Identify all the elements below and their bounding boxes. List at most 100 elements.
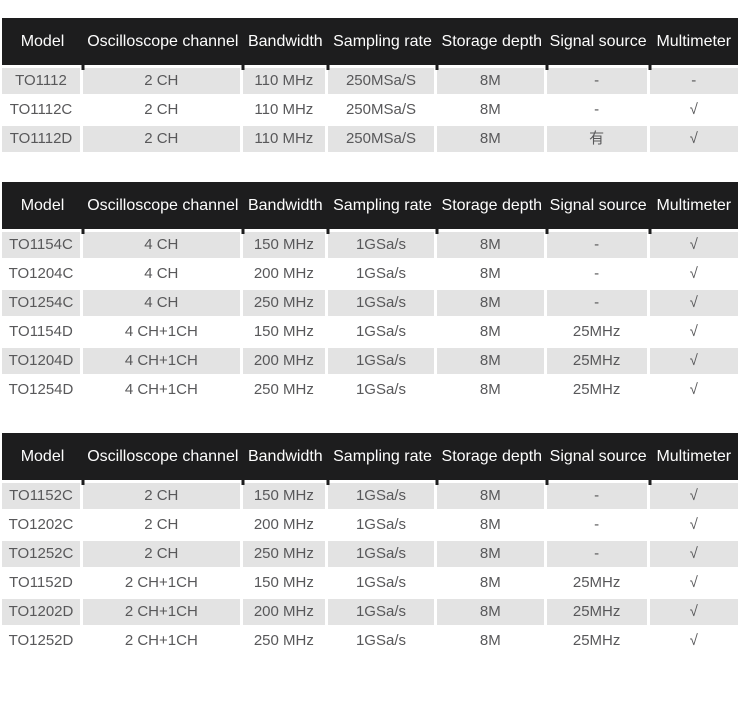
table-row: TO11122 CH110 MHz250MSa/S8M-- xyxy=(2,68,738,94)
column-divider-tick xyxy=(241,229,244,234)
cell-oscilloscope-channel: 2 CH+1CH xyxy=(83,599,243,625)
cell-model: TO1204C xyxy=(2,261,83,287)
cell-storage-depth: 8M xyxy=(437,599,547,625)
cell-sampling-rate: 1GSa/s xyxy=(328,319,437,345)
cell-model: TO1152D xyxy=(2,570,83,596)
column-divider-tick xyxy=(545,65,548,70)
header-cell-oscilloscope-channel: Oscilloscope channel xyxy=(83,33,243,51)
cell-storage-depth: 8M xyxy=(437,377,547,403)
cell-oscilloscope-channel: 2 CH xyxy=(83,126,243,152)
table-body: TO11122 CH110 MHz250MSa/S8M-- TO1112C2 CH… xyxy=(2,68,738,152)
cell-storage-depth: 8M xyxy=(437,541,547,567)
column-divider-tick xyxy=(81,229,84,234)
cell-storage-depth: 8M xyxy=(437,512,547,538)
cell-model: TO1202D xyxy=(2,599,83,625)
cell-signal-source: - xyxy=(547,512,650,538)
cell-oscilloscope-channel: 4 CH+1CH xyxy=(83,348,243,374)
cell-signal-source: 25MHz xyxy=(547,570,650,596)
cell-multimeter: √ xyxy=(650,290,738,316)
cell-signal-source: 25MHz xyxy=(547,348,650,374)
cell-storage-depth: 8M xyxy=(437,290,547,316)
table-row: TO1152C2 CH150 MHz1GSa/s8M-√ xyxy=(2,483,738,509)
cell-bandwidth: 250 MHz xyxy=(243,628,328,654)
cell-sampling-rate: 1GSa/s xyxy=(328,290,437,316)
header-cell-oscilloscope-channel: Oscilloscope channel xyxy=(83,448,243,466)
cell-oscilloscope-channel: 2 CH xyxy=(83,483,243,509)
column-divider-tick xyxy=(327,480,330,485)
cell-bandwidth: 200 MHz xyxy=(243,261,328,287)
cell-multimeter: √ xyxy=(650,377,738,403)
cell-sampling-rate: 1GSa/s xyxy=(328,570,437,596)
cell-oscilloscope-channel: 4 CH+1CH xyxy=(83,319,243,345)
cell-oscilloscope-channel: 2 CH xyxy=(83,68,243,94)
header-cell-storage-depth: Storage depth xyxy=(437,33,547,51)
cell-model: TO1112C xyxy=(2,97,83,123)
cell-oscilloscope-channel: 4 CH xyxy=(83,232,243,258)
cell-model: TO1252C xyxy=(2,541,83,567)
column-divider-tick xyxy=(241,65,244,70)
cell-oscilloscope-channel: 2 CH+1CH xyxy=(83,570,243,596)
column-divider-tick xyxy=(545,229,548,234)
cell-model: TO1202C xyxy=(2,512,83,538)
cell-signal-source: - xyxy=(547,232,650,258)
cell-storage-depth: 8M xyxy=(437,628,547,654)
cell-bandwidth: 250 MHz xyxy=(243,541,328,567)
cell-sampling-rate: 250MSa/S xyxy=(328,97,437,123)
table-row: TO1112D2 CH110 MHz250MSa/S8M有√ xyxy=(2,126,738,152)
cell-bandwidth: 150 MHz xyxy=(243,483,328,509)
column-divider-tick xyxy=(435,65,438,70)
cell-oscilloscope-channel: 2 CH+1CH xyxy=(83,628,243,654)
cell-sampling-rate: 1GSa/s xyxy=(328,377,437,403)
column-divider-tick xyxy=(241,480,244,485)
cell-sampling-rate: 1GSa/s xyxy=(328,348,437,374)
spec-table-3: Model Oscilloscope channel Bandwidth Sam… xyxy=(2,433,738,654)
cell-signal-source: - xyxy=(547,541,650,567)
cell-signal-source: - xyxy=(547,68,650,94)
cell-multimeter: √ xyxy=(650,541,738,567)
table-row: TO1204C4 CH200 MHz1GSa/s8M-√ xyxy=(2,261,738,287)
header-cell-signal-source: Signal source xyxy=(547,448,650,466)
cell-signal-source: 25MHz xyxy=(547,377,650,403)
cell-storage-depth: 8M xyxy=(437,97,547,123)
cell-multimeter: √ xyxy=(650,348,738,374)
header-cell-sampling-rate: Sampling rate xyxy=(328,448,437,466)
header-cell-multimeter: Multimeter xyxy=(650,197,738,215)
cell-model: TO1254C xyxy=(2,290,83,316)
cell-signal-source: - xyxy=(547,97,650,123)
cell-bandwidth: 150 MHz xyxy=(243,232,328,258)
cell-sampling-rate: 1GSa/s xyxy=(328,232,437,258)
cell-bandwidth: 150 MHz xyxy=(243,319,328,345)
spec-table-2: Model Oscilloscope channel Bandwidth Sam… xyxy=(2,182,738,403)
spec-tables-page: Model Oscilloscope channel Bandwidth Sam… xyxy=(0,0,740,701)
cell-oscilloscope-channel: 4 CH xyxy=(83,290,243,316)
cell-storage-depth: 8M xyxy=(437,232,547,258)
cell-storage-depth: 8M xyxy=(437,126,547,152)
table-row: TO1202D2 CH+1CH200 MHz1GSa/s8M25MHz√ xyxy=(2,599,738,625)
cell-sampling-rate: 1GSa/s xyxy=(328,599,437,625)
cell-sampling-rate: 250MSa/S xyxy=(328,126,437,152)
header-cell-model: Model xyxy=(2,448,83,466)
table-row: TO1254D4 CH+1CH250 MHz1GSa/s8M25MHz√ xyxy=(2,377,738,403)
table-row: TO1154D4 CH+1CH150 MHz1GSa/s8M25MHz√ xyxy=(2,319,738,345)
column-divider-tick xyxy=(327,65,330,70)
cell-sampling-rate: 1GSa/s xyxy=(328,628,437,654)
cell-oscilloscope-channel: 2 CH xyxy=(83,512,243,538)
cell-bandwidth: 110 MHz xyxy=(243,126,328,152)
column-divider-tick xyxy=(435,480,438,485)
column-divider-tick xyxy=(81,65,84,70)
cell-sampling-rate: 250MSa/S xyxy=(328,68,437,94)
column-divider-tick xyxy=(545,480,548,485)
table-row: TO1202C2 CH200 MHz1GSa/s8M-√ xyxy=(2,512,738,538)
cell-multimeter: √ xyxy=(650,512,738,538)
cell-model: TO1254D xyxy=(2,377,83,403)
cell-multimeter: √ xyxy=(650,319,738,345)
cell-oscilloscope-channel: 2 CH xyxy=(83,541,243,567)
cell-multimeter: √ xyxy=(650,570,738,596)
table-row: TO1252D2 CH+1CH250 MHz1GSa/s8M25MHz√ xyxy=(2,628,738,654)
table-header: Model Oscilloscope channel Bandwidth Sam… xyxy=(2,182,738,229)
cell-multimeter: √ xyxy=(650,126,738,152)
cell-bandwidth: 250 MHz xyxy=(243,290,328,316)
cell-model: TO1204D xyxy=(2,348,83,374)
cell-bandwidth: 110 MHz xyxy=(243,68,328,94)
column-divider-tick xyxy=(648,480,651,485)
